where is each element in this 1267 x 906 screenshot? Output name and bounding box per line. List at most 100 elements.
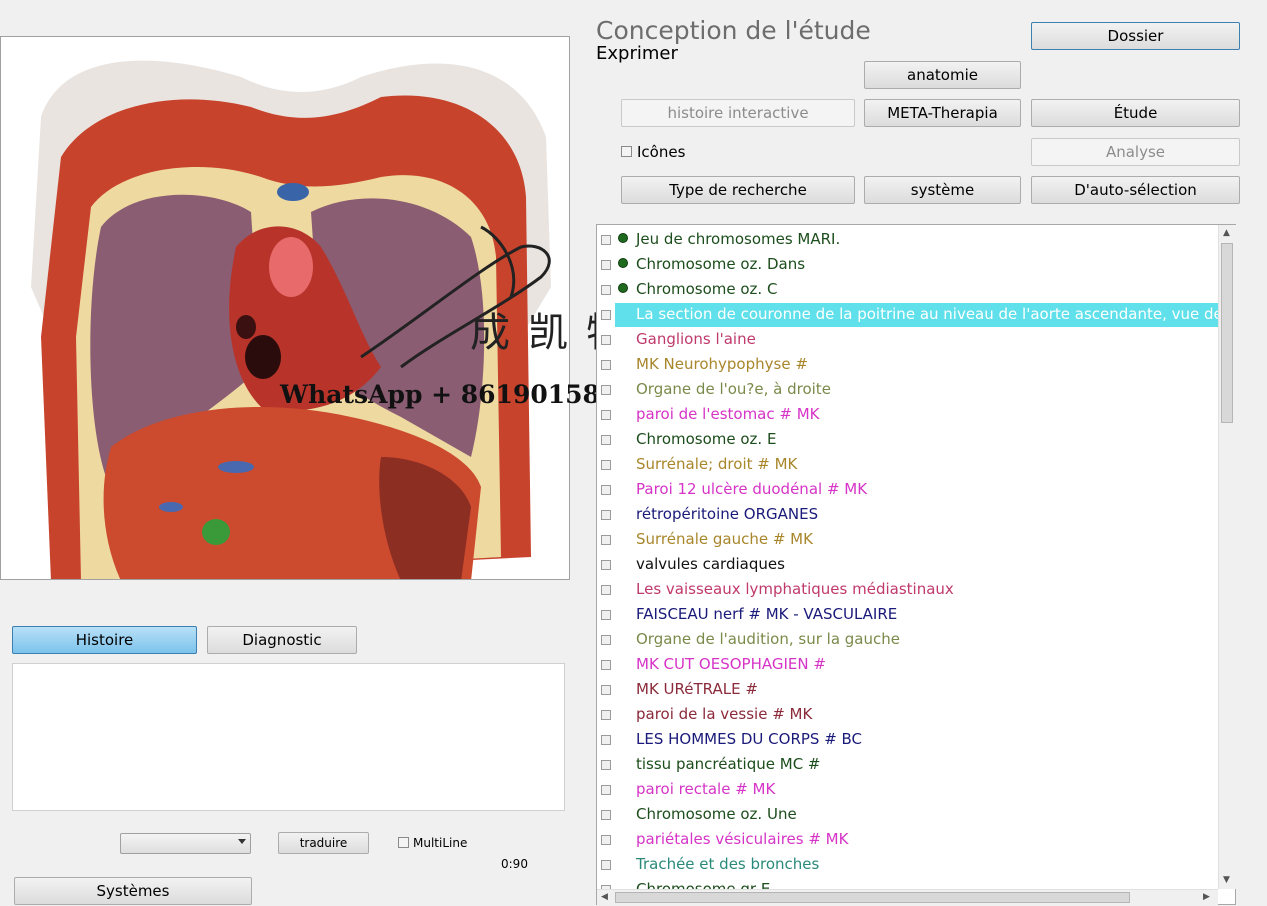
list-item-checkbox[interactable] [601, 310, 611, 320]
list-item[interactable]: Paroi 12 ulcère duodénal # MK [597, 478, 1217, 503]
list-item-checkbox[interactable] [601, 435, 611, 445]
list-item[interactable]: MK CUT OESOPHAGIEN # [597, 653, 1217, 678]
list-item[interactable]: Surrénale; droit # MK [597, 453, 1217, 478]
list-item[interactable]: Chromosome oz. Une [597, 803, 1217, 828]
list-item[interactable]: Les vaisseaux lymphatiques médiastinaux [597, 578, 1217, 603]
list-item-label: LES HOMMES DU CORPS # BC [636, 730, 863, 748]
list-item-label: Chromosome oz. Dans [636, 255, 806, 273]
list-item[interactable]: paroi de l'estomac # MK [597, 403, 1217, 428]
list-item-checkbox[interactable] [601, 260, 611, 270]
list-item[interactable]: FAISCEAU nerf # MK - VASCULAIRE [597, 603, 1217, 628]
list-item-label: Surrénale gauche # MK [636, 530, 813, 548]
list-item-checkbox[interactable] [601, 360, 611, 370]
horizontal-scroll-thumb[interactable] [615, 892, 1130, 903]
list-item[interactable]: MK URéTRALE # [597, 678, 1217, 703]
list-item-checkbox[interactable] [601, 760, 611, 770]
list-item-checkbox[interactable] [601, 610, 611, 620]
chevron-down-icon [238, 839, 246, 844]
list-item[interactable]: LES HOMMES DU CORPS # BC [597, 728, 1217, 753]
list-item-checkbox[interactable] [601, 335, 611, 345]
list-item[interactable]: Chromosome oz. E [597, 428, 1217, 453]
list-vertical-scrollbar[interactable]: ▲ ▼ [1218, 225, 1236, 889]
list-item-checkbox[interactable] [601, 485, 611, 495]
list-item-checkbox[interactable] [601, 635, 611, 645]
list-item[interactable]: tissu pancréatique MC # [597, 753, 1217, 778]
list-item-label: Chromosome oz. E [636, 430, 777, 448]
list-item[interactable]: La section de couronne de la poitrine au… [597, 303, 1232, 328]
list-item-checkbox[interactable] [601, 235, 611, 245]
organ-list[interactable]: Jeu de chromosomes MARI. Chromosome oz. D… [596, 224, 1236, 905]
green-dot-icon [618, 258, 628, 268]
list-item[interactable]: rétropéritoine ORGANES [597, 503, 1217, 528]
list-item[interactable]: Ganglions l'aine [597, 328, 1217, 353]
list-item-checkbox[interactable] [601, 285, 611, 295]
multiline-label: MultiLine [413, 836, 468, 850]
list-item-checkbox[interactable] [601, 535, 611, 545]
scroll-down-arrow-icon[interactable]: ▼ [1223, 875, 1230, 885]
diagnostic-tab[interactable]: Diagnostic [207, 626, 357, 654]
list-item-label: tissu pancréatique MC # [636, 755, 821, 773]
list-item-label: valvules cardiaques [636, 555, 785, 573]
auto-selection-button[interactable]: D'auto-sélection [1031, 176, 1240, 204]
multiline-checkbox[interactable] [398, 837, 409, 848]
list-item-label: MK CUT OESOPHAGIEN # [636, 655, 826, 673]
list-item-checkbox[interactable] [601, 785, 611, 795]
list-item-label: Paroi 12 ulcère duodénal # MK [636, 480, 868, 498]
list-item[interactable]: Surrénale gauche # MK [597, 528, 1217, 553]
list-item-label: paroi de l'estomac # MK [636, 405, 820, 423]
traduire-button[interactable]: traduire [278, 832, 369, 854]
systemes-button[interactable]: Systèmes [14, 877, 252, 905]
list-item-label: rétropéritoine ORGANES [636, 505, 819, 523]
list-item[interactable]: Organe de l'audition, sur la gauche [597, 628, 1217, 653]
page-title: Conception de l'étude [596, 16, 871, 45]
list-item-label: paroi rectale # MK [636, 780, 776, 798]
list-item[interactable]: Jeu de chromosomes MARI. [597, 228, 1217, 253]
histoire-interactive-button[interactable]: histoire interactive [621, 99, 855, 127]
icones-checkbox[interactable] [621, 146, 632, 157]
list-item[interactable]: Chromosome oz. C [597, 278, 1217, 303]
list-item-checkbox[interactable] [601, 735, 611, 745]
meta-therapia-button[interactable]: META-Therapia [864, 99, 1021, 127]
list-item-checkbox[interactable] [601, 385, 611, 395]
list-item-checkbox[interactable] [601, 860, 611, 870]
history-text-area[interactable] [12, 663, 565, 811]
list-item-label: Ganglions l'aine [636, 330, 756, 348]
scroll-right-arrow-icon[interactable]: ▶ [1203, 892, 1210, 902]
etude-button[interactable]: Étude [1031, 99, 1240, 127]
analyse-button[interactable]: Analyse [1031, 138, 1240, 166]
anatomie-button[interactable]: anatomie [864, 61, 1021, 89]
language-dropdown[interactable] [120, 833, 251, 854]
list-item[interactable]: paroi de la vessie # MK [597, 703, 1217, 728]
list-item[interactable]: MK Neurohypophyse # [597, 353, 1217, 378]
dossier-button[interactable]: Dossier [1031, 22, 1240, 50]
list-item-checkbox[interactable] [601, 660, 611, 670]
list-item[interactable]: Chromosome oz. Dans [597, 253, 1217, 278]
list-item[interactable]: Organe de l'ou?e, à droite [597, 378, 1217, 403]
list-item[interactable]: pariétales vésiculaires # MK [597, 828, 1217, 853]
timer-display: 0:90 [501, 857, 528, 871]
list-item[interactable]: Trachée et des bronches [597, 853, 1217, 878]
list-item-label: Organe de l'ou?e, à droite [636, 380, 831, 398]
list-item-checkbox[interactable] [601, 835, 611, 845]
organ-list-rows: Jeu de chromosomes MARI. Chromosome oz. D… [597, 228, 1232, 903]
list-horizontal-scrollbar[interactable]: ◀ ▶ [597, 889, 1218, 906]
list-item-checkbox[interactable] [601, 810, 611, 820]
list-item-checkbox[interactable] [601, 685, 611, 695]
list-item-checkbox[interactable] [601, 510, 611, 520]
list-item-checkbox[interactable] [601, 710, 611, 720]
list-item[interactable]: valvules cardiaques [597, 553, 1217, 578]
list-item-checkbox[interactable] [601, 410, 611, 420]
list-item-checkbox[interactable] [601, 585, 611, 595]
list-item-label: paroi de la vessie # MK [636, 705, 813, 723]
list-item-checkbox[interactable] [601, 560, 611, 570]
type-recherche-button[interactable]: Type de recherche [621, 176, 855, 204]
scroll-left-arrow-icon[interactable]: ◀ [601, 892, 608, 902]
list-item-checkbox[interactable] [601, 460, 611, 470]
scroll-up-arrow-icon[interactable]: ▲ [1223, 228, 1230, 238]
page-subtitle: Exprimer [596, 43, 678, 64]
histoire-tab[interactable]: Histoire [12, 626, 197, 654]
vertical-scroll-thumb[interactable] [1221, 243, 1233, 423]
icones-label: Icônes [637, 143, 686, 161]
list-item[interactable]: paroi rectale # MK [597, 778, 1217, 803]
systeme-button[interactable]: système [864, 176, 1021, 204]
